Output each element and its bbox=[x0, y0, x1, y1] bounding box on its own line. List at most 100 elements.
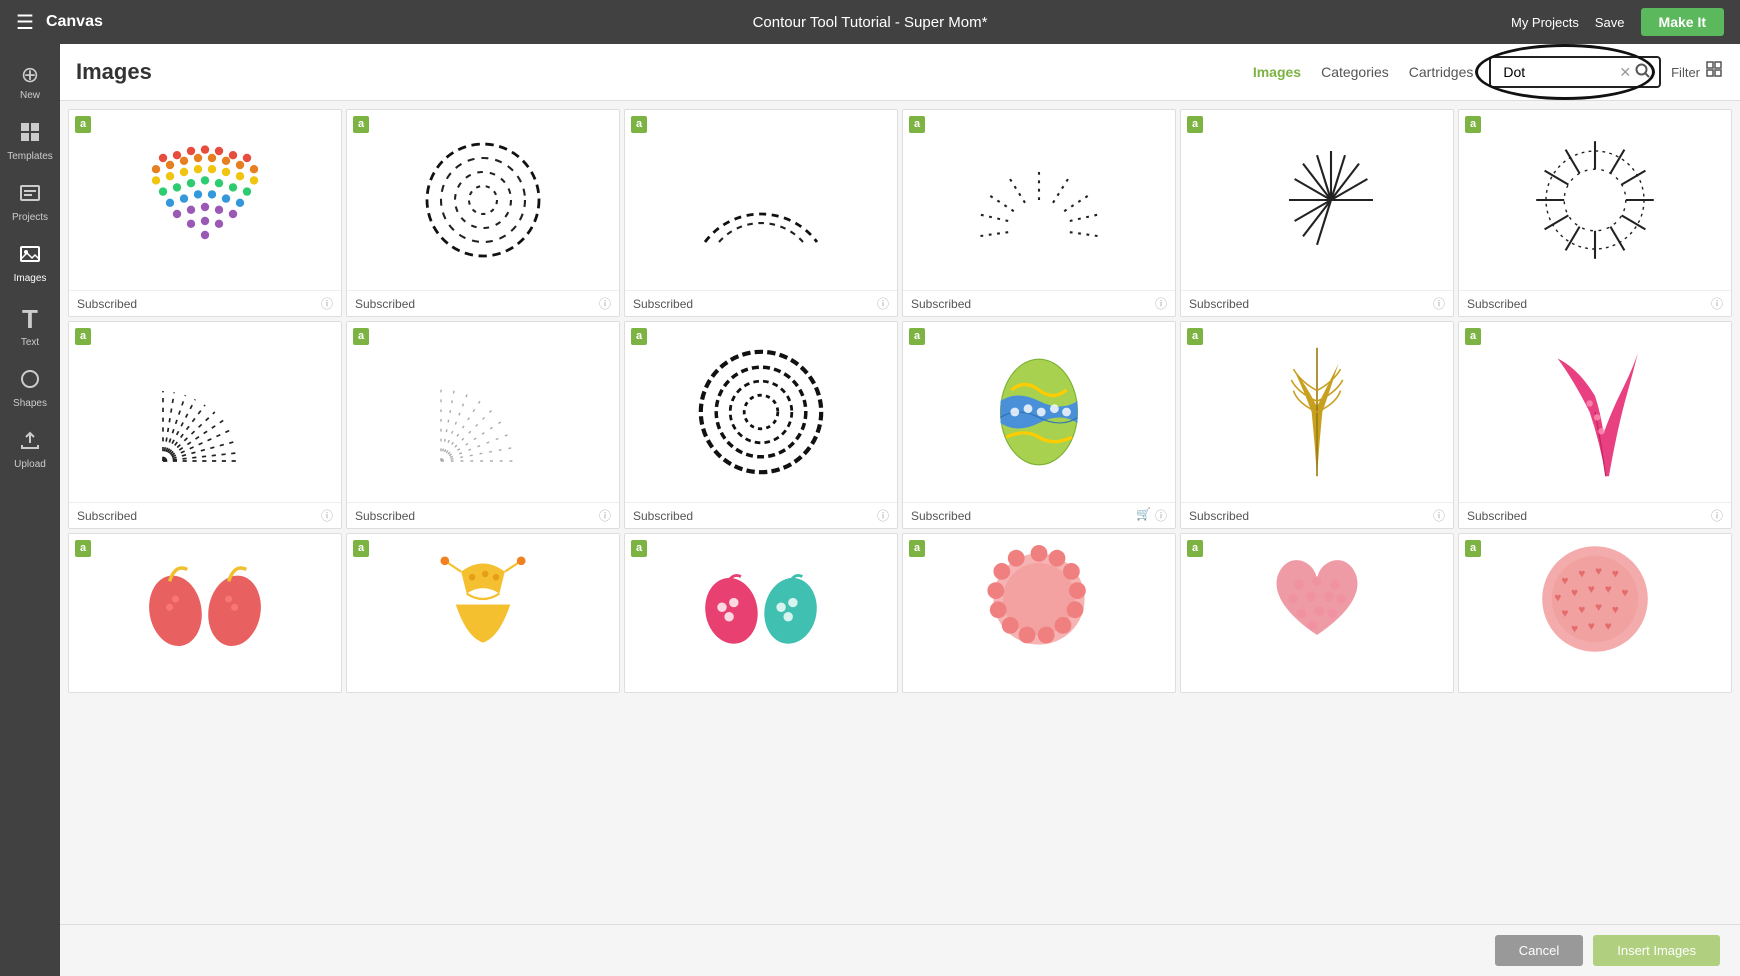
image-badge-18: a bbox=[1465, 540, 1481, 557]
info-icon-3[interactable]: ⓘ bbox=[877, 295, 889, 312]
image-caption-4: Subscribed ⓘ bbox=[903, 290, 1175, 316]
image-caption-11: Subscribed ⓘ bbox=[1181, 502, 1453, 528]
nav-cartridges[interactable]: Cartridges bbox=[1409, 64, 1474, 80]
sidebar-label-images: Images bbox=[14, 273, 47, 284]
sidebar-item-images[interactable]: Images bbox=[0, 233, 60, 294]
nav-images[interactable]: Images bbox=[1253, 64, 1301, 80]
bottom-bar: Cancel Insert Images bbox=[60, 924, 1740, 976]
info-icon-10[interactable]: ⓘ bbox=[1155, 507, 1167, 524]
search-container: ✕ bbox=[1489, 56, 1661, 88]
image-card-5[interactable]: a bbox=[1180, 109, 1454, 317]
image-card-3[interactable]: a Subscribed ⓘ bbox=[624, 109, 898, 317]
panel-nav: Images Categories Cartridges bbox=[1253, 64, 1474, 80]
image-caption-8: Subscribed ⓘ bbox=[347, 502, 619, 528]
images-icon bbox=[19, 243, 41, 271]
info-icon-8[interactable]: ⓘ bbox=[599, 507, 611, 524]
sidebar-label-new: New bbox=[20, 90, 40, 101]
images-grid: a bbox=[60, 101, 1740, 924]
sidebar-item-new[interactable]: ⊕ New bbox=[0, 52, 60, 111]
caption-icons-2: ⓘ bbox=[599, 295, 611, 312]
caption-text-9: Subscribed bbox=[633, 509, 693, 523]
search-input[interactable] bbox=[1499, 62, 1619, 82]
insert-button[interactable]: Insert Images bbox=[1593, 935, 1720, 966]
image-caption-1: Subscribed ⓘ bbox=[69, 290, 341, 316]
image-card-9[interactable]: a Subscribed ⓘ bbox=[624, 321, 898, 529]
svg-text:♥: ♥ bbox=[1595, 600, 1602, 614]
image-badge-13: a bbox=[75, 540, 91, 557]
image-caption-7: Subscribed ⓘ bbox=[69, 502, 341, 528]
info-icon-4[interactable]: ⓘ bbox=[1155, 295, 1167, 312]
image-card-16[interactable]: a bbox=[902, 533, 1176, 693]
image-thumb-6: a bbox=[1459, 110, 1731, 290]
image-card-18[interactable]: a ♥ ♥ ♥ ♥ ♥ ♥ ♥ ♥ ♥ bbox=[1458, 533, 1732, 693]
info-icon-7[interactable]: ⓘ bbox=[321, 507, 333, 524]
image-card-15[interactable]: a bbox=[624, 533, 898, 693]
caption-icons-7: ⓘ bbox=[321, 507, 333, 524]
image-card-7[interactable]: a bbox=[68, 321, 342, 529]
caption-text-8: Subscribed bbox=[355, 509, 415, 523]
image-thumb-7: a bbox=[69, 322, 341, 502]
search-clear-icon[interactable]: ✕ bbox=[1619, 64, 1631, 81]
image-caption-12: Subscribed ⓘ bbox=[1459, 502, 1731, 528]
image-card-2[interactable]: a Subscribed ⓘ bbox=[346, 109, 620, 317]
make-it-button[interactable]: Make It bbox=[1641, 8, 1724, 36]
image-card-10[interactable]: a Subsc bbox=[902, 321, 1176, 529]
caption-icons-10: 🛒 ⓘ bbox=[1136, 507, 1167, 524]
image-card-14[interactable]: a bbox=[346, 533, 620, 693]
image-card-11[interactable]: a Subscribed ⓘ bbox=[1180, 321, 1454, 529]
templates-icon bbox=[19, 121, 41, 149]
search-submit-button[interactable] bbox=[1635, 63, 1651, 82]
image-card-17[interactable]: a bbox=[1180, 533, 1454, 693]
sidebar-label-text: Text bbox=[21, 337, 39, 348]
info-icon-2[interactable]: ⓘ bbox=[599, 295, 611, 312]
image-badge-6: a bbox=[1465, 116, 1481, 133]
canvas-title: Contour Tool Tutorial - Super Mom* bbox=[753, 14, 988, 31]
save-link[interactable]: Save bbox=[1595, 15, 1625, 30]
my-projects-link[interactable]: My Projects bbox=[1511, 15, 1579, 30]
info-icon-12[interactable]: ⓘ bbox=[1711, 507, 1723, 524]
svg-text:♥: ♥ bbox=[1605, 582, 1612, 596]
sidebar-item-projects[interactable]: Projects bbox=[0, 172, 60, 233]
info-icon-9[interactable]: ⓘ bbox=[877, 507, 889, 524]
info-icon-11[interactable]: ⓘ bbox=[1433, 507, 1445, 524]
sidebar-label-templates: Templates bbox=[7, 151, 53, 162]
info-icon-1[interactable]: ⓘ bbox=[321, 295, 333, 312]
caption-icons-12: ⓘ bbox=[1711, 507, 1723, 524]
sidebar-item-upload[interactable]: Upload bbox=[0, 419, 60, 480]
image-caption-3: Subscribed ⓘ bbox=[625, 290, 897, 316]
caption-icons-9: ⓘ bbox=[877, 507, 889, 524]
image-thumb-4: a bbox=[903, 110, 1175, 290]
image-thumb-10: a bbox=[903, 322, 1175, 502]
filter-button[interactable]: Filter bbox=[1671, 65, 1700, 80]
info-icon-6[interactable]: ⓘ bbox=[1711, 295, 1723, 312]
menu-icon[interactable]: ☰ bbox=[16, 10, 34, 35]
image-card-8[interactable]: a bbox=[346, 321, 620, 529]
image-thumb-12: a bbox=[1459, 322, 1731, 502]
image-card-4[interactable]: a bbox=[902, 109, 1176, 317]
image-thumb-15: a bbox=[625, 534, 897, 664]
svg-text:♥: ♥ bbox=[1605, 619, 1612, 633]
svg-text:♥: ♥ bbox=[1571, 622, 1578, 636]
image-card-6[interactable]: a bbox=[1458, 109, 1732, 317]
svg-text:♥: ♥ bbox=[1595, 564, 1602, 578]
caption-text-3: Subscribed bbox=[633, 297, 693, 311]
image-card-12[interactable]: a Subscribed ⓘ bbox=[1458, 321, 1732, 529]
image-card-13[interactable]: a bbox=[68, 533, 342, 693]
info-icon-5[interactable]: ⓘ bbox=[1433, 295, 1445, 312]
upload-icon bbox=[19, 429, 41, 457]
image-badge-14: a bbox=[353, 540, 369, 557]
sidebar-item-shapes[interactable]: Shapes bbox=[0, 358, 60, 419]
image-card-1[interactable]: a bbox=[68, 109, 342, 317]
caption-text-12: Subscribed bbox=[1467, 509, 1527, 523]
sidebar-item-templates[interactable]: Templates bbox=[0, 111, 60, 172]
cancel-button[interactable]: Cancel bbox=[1495, 935, 1583, 966]
image-badge-4: a bbox=[909, 116, 925, 133]
cart-icon-10[interactable]: 🛒 bbox=[1136, 507, 1151, 524]
image-badge-15: a bbox=[631, 540, 647, 557]
image-badge-11: a bbox=[1187, 328, 1203, 345]
nav-categories[interactable]: Categories bbox=[1321, 64, 1389, 80]
caption-icons-5: ⓘ bbox=[1433, 295, 1445, 312]
image-badge-8: a bbox=[353, 328, 369, 345]
grid-view-button[interactable] bbox=[1706, 61, 1724, 84]
sidebar-item-text[interactable]: T Text bbox=[0, 294, 60, 358]
